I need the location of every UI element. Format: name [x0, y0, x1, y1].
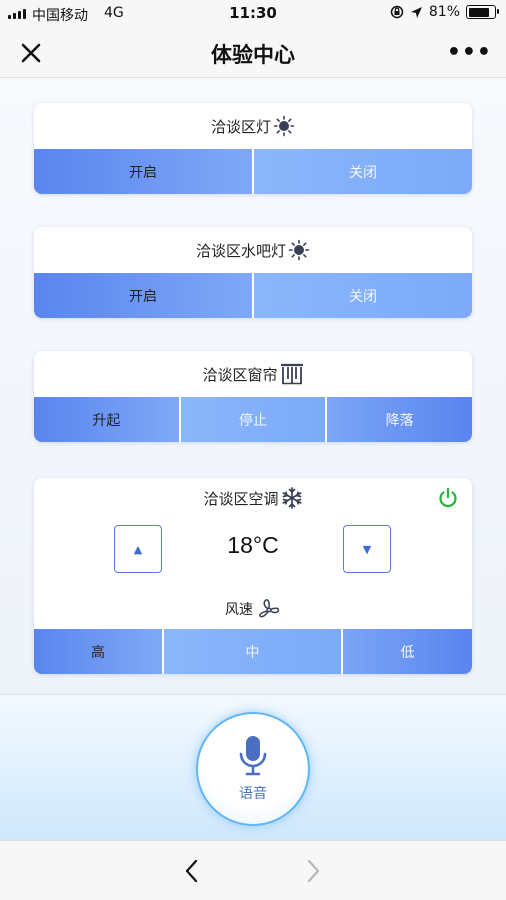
bar-light-on-button[interactable]: 开启: [34, 273, 254, 318]
bar-light-off-button[interactable]: 关闭: [254, 273, 472, 318]
control-panel: 洽谈区灯 开启 关闭 洽谈区水吧灯 开启 关闭 洽谈区窗帘 升起 停止 降落 洽…: [0, 78, 506, 694]
fan-speed-row: 风速: [34, 588, 472, 629]
page-title: 体验中心: [211, 43, 295, 67]
voice-area: 语音: [0, 694, 506, 840]
card-title: 洽谈区窗帘: [202, 365, 278, 384]
microphone-icon: [239, 736, 267, 776]
curtain-stop-button[interactable]: 停止: [180, 397, 328, 442]
sun-icon: [288, 239, 310, 261]
card-title: 洽谈区空调: [203, 489, 279, 508]
voice-label: 语音: [239, 786, 267, 802]
temperature-display: 18°C: [227, 532, 279, 558]
bottom-toolbar: [0, 840, 506, 900]
status-bar: 中国移动 4G 11:30 81%: [0, 0, 506, 28]
sun-icon: [273, 115, 295, 137]
button-row: 升起 停止 降落: [34, 397, 472, 442]
fan-mid-button[interactable]: 中: [164, 629, 343, 674]
battery-percent: 81%: [428, 4, 460, 20]
fan-low-button[interactable]: 低: [343, 629, 472, 674]
card-title: 洽谈区水吧灯: [195, 241, 286, 260]
snowflake-icon: [281, 487, 302, 509]
orientation-lock-icon: [390, 5, 404, 19]
card-title-row: 洽谈区空调: [34, 478, 472, 518]
fan-icon: [259, 598, 280, 617]
chevron-right-icon[interactable]: [303, 858, 323, 884]
card-title-row: 洽谈区水吧灯: [34, 227, 472, 273]
temp-down-button[interactable]: ▼: [343, 525, 391, 573]
card-ac: 洽谈区空调 ▲ 18°C ▼ 风速 高 中 低: [34, 478, 472, 674]
nav-bar: 体验中心 •••: [0, 28, 506, 78]
temperature-controls: ▲ 18°C ▼: [34, 518, 472, 588]
button-row: 开启 关闭: [34, 273, 472, 318]
curtain-icon: [280, 363, 303, 385]
curtain-up-button[interactable]: 升起: [34, 397, 181, 442]
card-title: 洽谈区灯: [210, 117, 271, 136]
location-arrow-icon: [410, 6, 422, 18]
card-curtain: 洽谈区窗帘 升起 停止 降落: [34, 351, 472, 442]
more-icon[interactable]: •••: [447, 40, 492, 65]
card-light: 洽谈区灯 开启 关闭: [34, 103, 472, 194]
card-title-row: 洽谈区窗帘: [34, 351, 472, 397]
button-row: 高 中 低: [34, 629, 472, 674]
fan-speed-label: 风速: [225, 601, 253, 618]
curtain-down-button[interactable]: 降落: [327, 397, 472, 442]
voice-button[interactable]: 语音: [196, 712, 310, 826]
card-title-row: 洽谈区灯: [34, 103, 472, 149]
battery-icon: [466, 5, 499, 19]
card-bar-light: 洽谈区水吧灯 开启 关闭: [34, 227, 472, 318]
chevron-left-icon[interactable]: [182, 858, 202, 884]
button-row: 开启 关闭: [34, 149, 472, 194]
power-icon[interactable]: [437, 487, 459, 509]
light-on-button[interactable]: 开启: [34, 149, 254, 194]
status-right: 81%: [390, 4, 499, 20]
light-off-button[interactable]: 关闭: [254, 149, 472, 194]
fan-high-button[interactable]: 高: [34, 629, 164, 674]
